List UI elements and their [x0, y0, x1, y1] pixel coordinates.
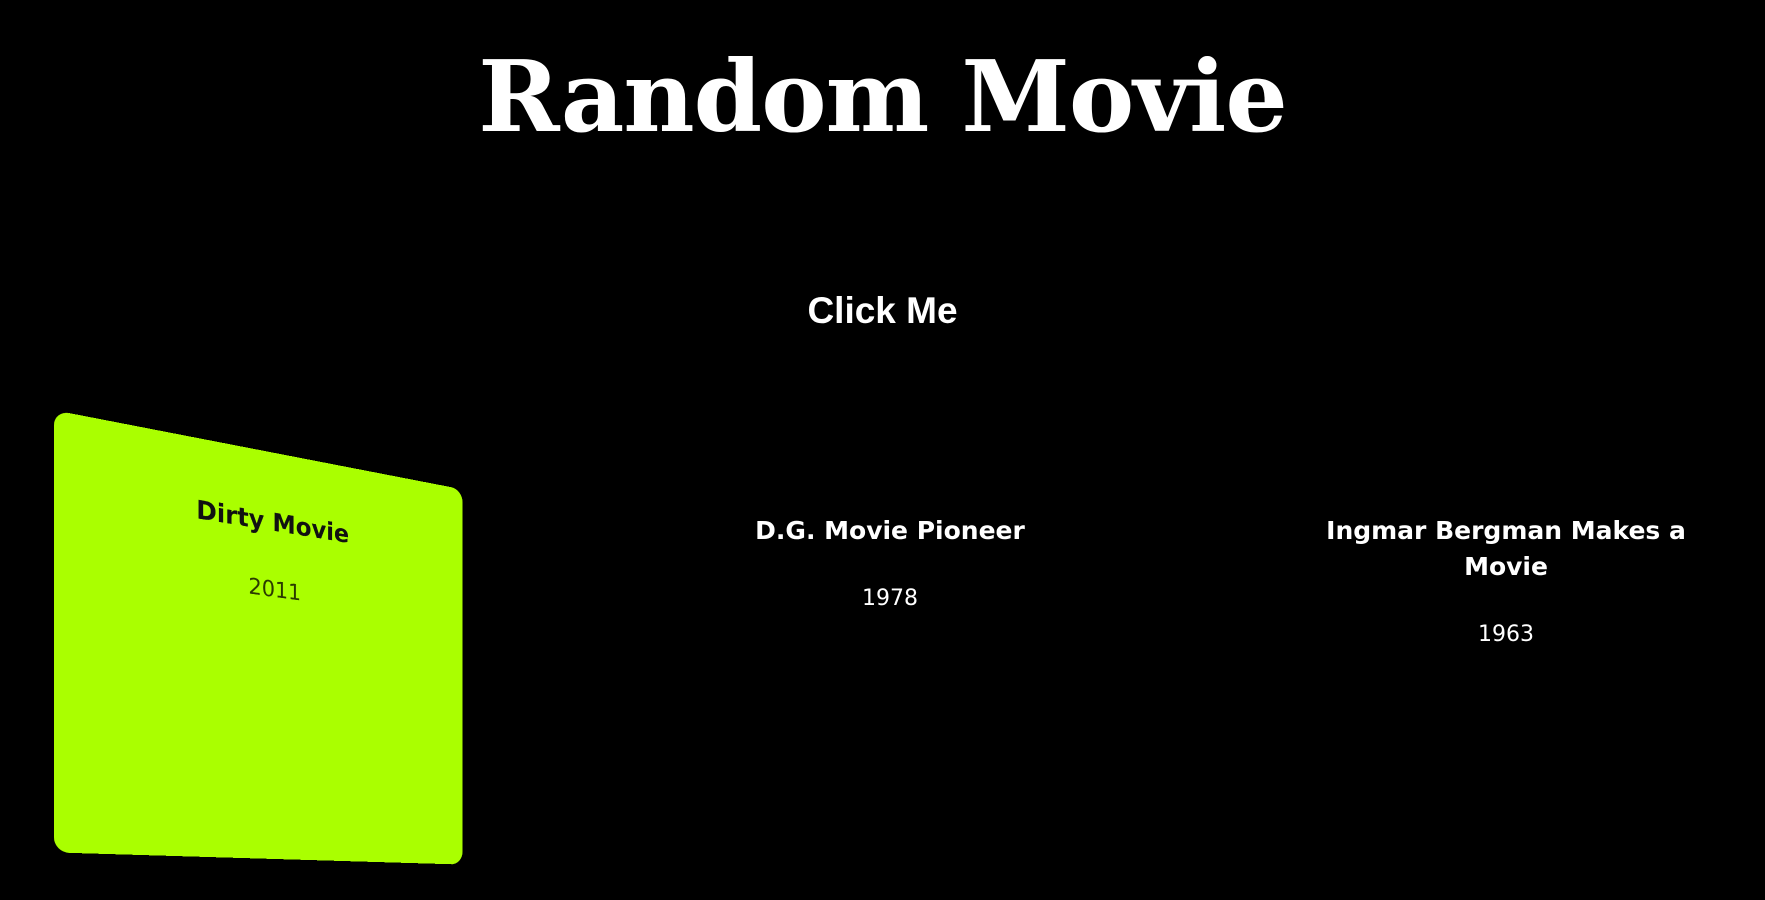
movie-year: 2011: [248, 574, 302, 607]
movie-card[interactable]: Ingmar Bergman Makes a Movie 1963: [1290, 453, 1722, 859]
movie-year: 1963: [1478, 622, 1534, 647]
click-me-button[interactable]: Click Me: [0, 286, 1765, 336]
movie-title: D.G. Movie Pioneer: [755, 516, 1025, 545]
movie-card[interactable]: Dirty Movie 2011: [53, 410, 463, 865]
movie-title: Ingmar Bergman Makes a Movie: [1326, 516, 1686, 581]
movie-card-content: Ingmar Bergman Makes a Movie 1963: [1290, 453, 1722, 651]
movie-card[interactable]: D.G. Movie Pioneer 1978: [674, 453, 1106, 859]
movie-year: 1978: [862, 586, 918, 611]
movie-card-content: D.G. Movie Pioneer 1978: [674, 453, 1106, 615]
page: Random Movie Click Me Dirty Movie 2011 D…: [0, 0, 1765, 900]
page-title: Random Movie: [478, 40, 1288, 155]
movie-title: Dirty Movie: [196, 494, 350, 549]
movie-card-content: Dirty Movie 2011: [54, 410, 463, 632]
